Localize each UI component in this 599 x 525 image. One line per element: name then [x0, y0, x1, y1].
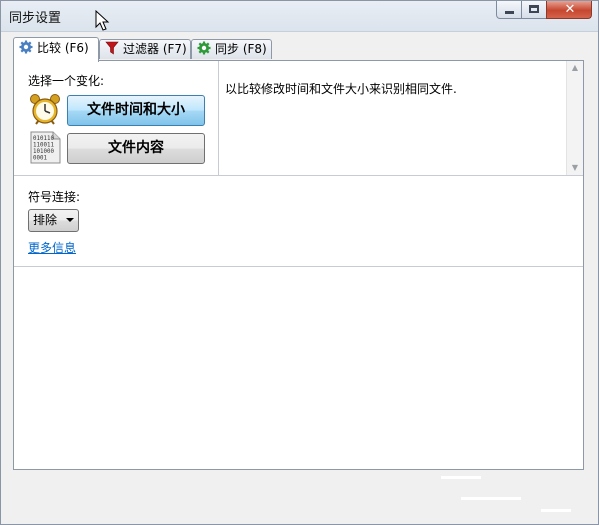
close-button[interactable]: ✕: [546, 1, 592, 19]
window-controls: ✕: [496, 1, 592, 21]
close-icon: ✕: [564, 2, 576, 17]
tab-sync-label: 同步 (F8): [215, 42, 267, 56]
compare-panel: 选择一个变化: 文件时间和大小 010110 110011 101000 000…: [13, 60, 584, 470]
binary-line-3: 101000: [33, 149, 54, 155]
minimize-icon: [505, 11, 514, 14]
variant-selector: 选择一个变化: 文件时间和大小 010110 110011 101000 000…: [14, 61, 219, 175]
description-scrollbar[interactable]: ▲ ▼: [566, 61, 583, 175]
binary-line-4: 0001: [33, 156, 47, 162]
symlink-select[interactable]: 排除: [28, 209, 79, 232]
binary-line-2: 110011: [33, 143, 54, 149]
tab-filter[interactable]: 过滤器 (F7): [99, 39, 191, 59]
sync-settings-window: 同步设置 ✕ 比较 (F6) 过滤器 (F7) 同步 (F8) 选择一个变化: …: [0, 0, 599, 525]
chevron-down-icon: [66, 218, 74, 222]
binary-line-1: 010110: [33, 136, 54, 142]
gear-green-icon: [197, 41, 211, 55]
mouse-cursor-icon: [95, 10, 110, 31]
file-content-button[interactable]: 文件内容: [67, 133, 205, 164]
variant-divider: [14, 175, 219, 176]
more-info-link[interactable]: 更多信息: [28, 239, 76, 256]
tab-compare[interactable]: 比较 (F6): [13, 37, 99, 62]
tab-filter-label: 过滤器 (F7): [123, 42, 187, 56]
file-time-size-button[interactable]: 文件时间和大小: [67, 95, 205, 126]
tab-sync[interactable]: 同步 (F8): [191, 39, 272, 59]
minimize-button[interactable]: [496, 1, 522, 19]
scroll-down-icon[interactable]: ▼: [567, 161, 583, 175]
section-divider: [14, 266, 583, 267]
gear-icon: [19, 40, 33, 54]
symlink-label: 符号连接:: [28, 190, 81, 204]
symlink-select-value: 排除: [33, 213, 58, 227]
variant-label: 选择一个变化:: [28, 74, 105, 88]
description-area: 以比较修改时间和文件大小来识别相同文件. ▲ ▼: [219, 61, 583, 176]
footer-decoration: [421, 471, 581, 521]
title-bar[interactable]: 同步设置 ✕: [1, 1, 598, 32]
binary-file-icon: 010110 110011 101000 0001: [30, 131, 61, 164]
tab-compare-label: 比较 (F6): [37, 41, 89, 55]
maximize-icon: [529, 5, 539, 13]
maximize-button[interactable]: [521, 1, 547, 19]
scroll-up-icon[interactable]: ▲: [567, 61, 583, 75]
funnel-icon: [105, 41, 119, 55]
description-text: 以比较修改时间和文件大小来识别相同文件.: [225, 82, 457, 96]
alarm-clock-icon: [30, 94, 60, 125]
window-title: 同步设置: [9, 11, 62, 26]
